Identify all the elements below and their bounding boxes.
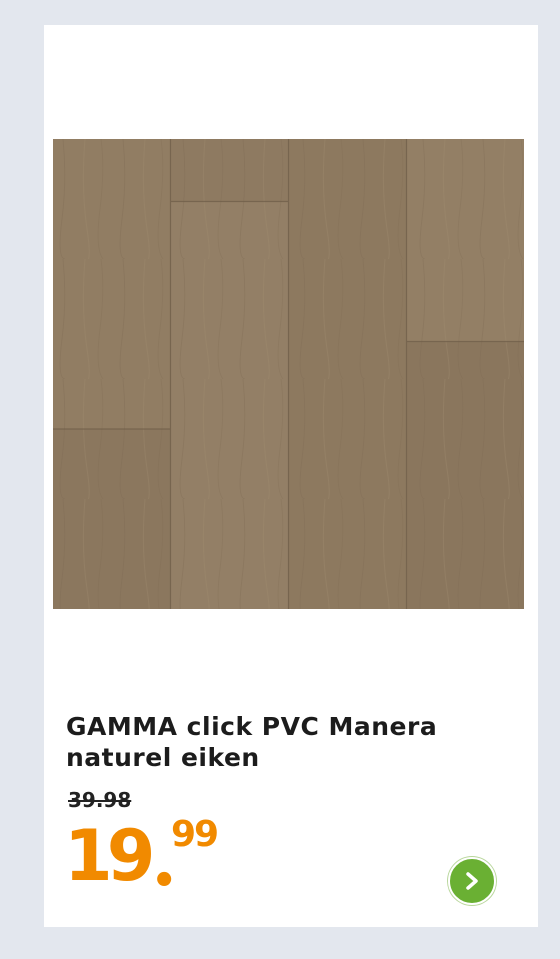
price-cents: 99 xyxy=(171,814,219,855)
product-image[interactable] xyxy=(53,139,524,609)
price-separator: • xyxy=(151,858,177,904)
chevron-right-icon xyxy=(466,872,478,890)
product-title-line-1: GAMMA click PVC Manera xyxy=(66,712,438,741)
next-button[interactable] xyxy=(448,857,496,905)
current-price: 19•99 xyxy=(64,814,219,915)
wood-floor-planks-image xyxy=(53,139,524,609)
product-title[interactable]: GAMMA click PVC Manera naturel eiken xyxy=(66,711,506,773)
old-price: 39.98 xyxy=(68,788,132,812)
product-title-line-2: naturel eiken xyxy=(66,743,260,772)
price-whole: 19 xyxy=(64,815,155,897)
product-card[interactable]: GAMMA click PVC Manera naturel eiken 39.… xyxy=(44,25,538,927)
